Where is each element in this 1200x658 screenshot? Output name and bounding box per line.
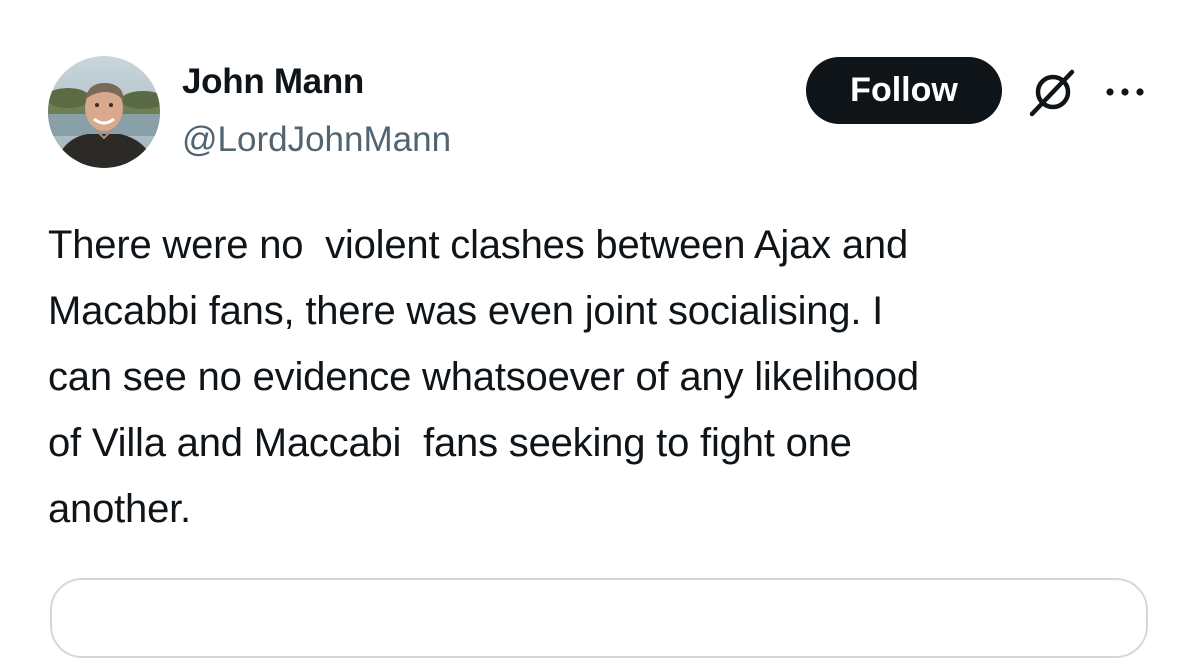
grok-icon[interactable] [1024,66,1080,118]
follow-button[interactable]: Follow [806,57,1002,124]
avatar-photo [48,56,160,168]
author-handle[interactable]: @LordJohnMann [182,120,451,160]
tweet: John Mann @LordJohnMann Follow There wer… [0,0,1200,658]
embedded-card[interactable] [50,578,1148,658]
tweet-text: There were no violent clashes between Aj… [48,223,919,531]
author-name[interactable]: John Mann [182,62,364,102]
more-options-icon[interactable] [1102,80,1148,104]
avatar[interactable] [48,56,160,168]
